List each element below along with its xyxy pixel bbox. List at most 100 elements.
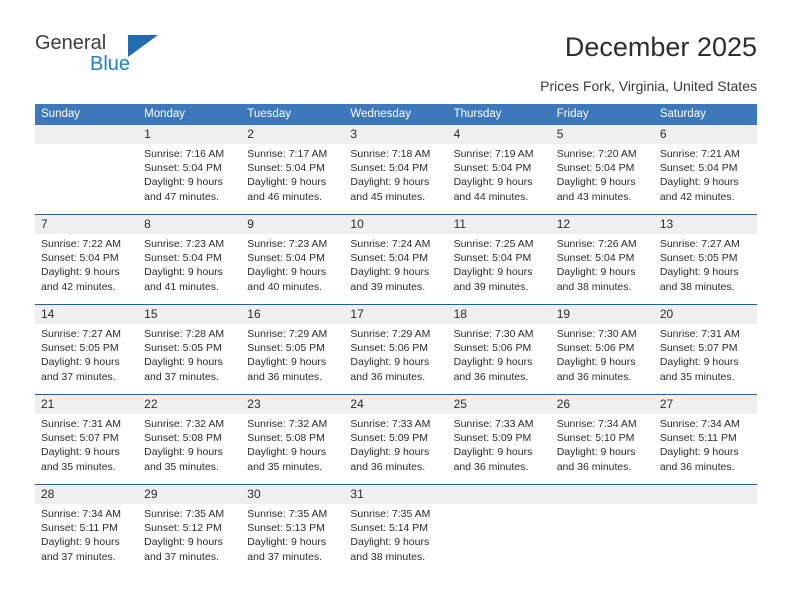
day-cell[interactable]: Sunrise: 7:24 AM Sunset: 5:04 PM Daylight:… [344, 234, 447, 304]
day-daylight-line1-text: Daylight: 9 hours [556, 446, 636, 459]
week-day-numbers: 7 8 9 10 11 12 13 [35, 215, 757, 234]
day-daylight-line1-text: Daylight: 9 hours [453, 446, 533, 459]
day-number[interactable]: 25 [448, 395, 551, 414]
day-number[interactable]: 13 [654, 215, 757, 234]
day-cell[interactable]: Sunrise: 7:25 AM Sunset: 5:04 PM Daylight:… [448, 234, 551, 304]
day-cell[interactable]: Sunrise: 7:18 AM Sunset: 5:04 PM Daylight:… [344, 144, 447, 214]
day-number[interactable]: 22 [138, 395, 241, 414]
general-blue-logo[interactable]: General Blue [35, 32, 235, 78]
day-cell[interactable]: Sunrise: 7:33 AM Sunset: 5:09 PM Daylight:… [344, 414, 447, 484]
day-daylight-line2-text: and 39 minutes. [350, 280, 426, 293]
day-cell[interactable]: Sunrise: 7:16 AM Sunset: 5:04 PM Daylight:… [138, 144, 241, 214]
day-number[interactable]: 20 [654, 305, 757, 324]
day-cell[interactable]: Sunrise: 7:34 AM Sunset: 5:11 PM Daylight:… [654, 414, 757, 484]
week-day-numbers: 21 22 23 24 25 26 27 [35, 395, 757, 414]
day-number[interactable]: 28 [35, 485, 138, 504]
day-cell[interactable]: Sunrise: 7:23 AM Sunset: 5:04 PM Daylight:… [241, 234, 344, 304]
day-number[interactable]: 4 [448, 125, 551, 144]
day-number[interactable]: 15 [138, 305, 241, 324]
day-number[interactable]: 31 [344, 485, 447, 504]
day-number[interactable]: 2 [241, 125, 344, 144]
day-cell[interactable]: Sunrise: 7:31 AM Sunset: 5:07 PM Daylight:… [654, 324, 757, 394]
day-cell[interactable]: Sunrise: 7:32 AM Sunset: 5:08 PM Daylight:… [138, 414, 241, 484]
day-cell[interactable]: Sunrise: 7:21 AM Sunset: 5:04 PM Daylight:… [654, 144, 757, 214]
day-sunrise-text: Sunrise: 7:35 AM [247, 508, 328, 520]
day-sunrise-text: Sunrise: 7:26 AM [556, 238, 637, 250]
day-cell[interactable]: Sunrise: 7:35 AM Sunset: 5:13 PM Daylight:… [241, 504, 344, 574]
day-cell[interactable]: Sunrise: 7:35 AM Sunset: 5:12 PM Daylight:… [138, 504, 241, 574]
day-sunset-text: Sunset: 5:04 PM [556, 252, 635, 265]
day-number[interactable]: 17 [344, 305, 447, 324]
day-sunset-text: Sunset: 5:14 PM [350, 522, 429, 535]
day-cell[interactable]: Sunrise: 7:26 AM Sunset: 5:04 PM Daylight:… [551, 234, 654, 304]
day-number[interactable]: 8 [138, 215, 241, 234]
day-cell[interactable]: Sunrise: 7:27 AM Sunset: 5:05 PM Daylight:… [35, 324, 138, 394]
day-sunset-text: Sunset: 5:11 PM [41, 522, 118, 535]
day-daylight-line2-text: and 36 minutes. [453, 460, 529, 473]
calendar-week-row: 14 15 16 17 18 19 20 Sunrise: 7:27 AM Sunset: 5:… [35, 304, 757, 394]
day-number[interactable]: 16 [241, 305, 344, 324]
day-number[interactable]: 10 [344, 215, 447, 234]
day-sunset-text: Sunset: 5:04 PM [247, 252, 325, 265]
day-number[interactable]: 7 [35, 215, 138, 234]
day-sunrise-text: Sunrise: 7:35 AM [144, 508, 225, 520]
day-number[interactable]: 11 [448, 215, 551, 234]
day-daylight-line1-text: Daylight: 9 hours [659, 446, 739, 459]
day-cell[interactable]: Sunrise: 7:30 AM Sunset: 5:06 PM Daylight:… [448, 324, 551, 394]
day-number[interactable]: 14 [35, 305, 138, 324]
day-cell[interactable]: Sunrise: 7:29 AM Sunset: 5:05 PM Daylight:… [241, 324, 344, 394]
day-number[interactable]: 29 [138, 485, 241, 504]
day-number[interactable]: 19 [551, 305, 654, 324]
day-of-week-thursday: Thursday [453, 108, 502, 120]
day-number[interactable]: 26 [551, 395, 654, 414]
day-cell[interactable]: Sunrise: 7:20 AM Sunset: 5:04 PM Daylight:… [551, 144, 654, 214]
day-sunrise-text: Sunrise: 7:28 AM [144, 328, 225, 340]
day-sunrise-text: Sunrise: 7:29 AM [350, 328, 431, 340]
day-number[interactable]: 23 [241, 395, 344, 414]
day-sunset-text: Sunset: 5:13 PM [247, 522, 325, 535]
day-cell [654, 504, 757, 574]
day-cell[interactable]: Sunrise: 7:34 AM Sunset: 5:11 PM Daylight:… [35, 504, 138, 574]
week-day-details: Sunrise: 7:34 AM Sunset: 5:11 PM Daylight:… [35, 504, 757, 574]
day-cell[interactable]: Sunrise: 7:35 AM Sunset: 5:14 PM Daylight:… [344, 504, 447, 574]
day-sunset-text: Sunset: 5:08 PM [247, 432, 325, 445]
day-sunset-text: Sunset: 5:04 PM [453, 252, 532, 265]
day-daylight-line2-text: and 40 minutes. [247, 280, 322, 293]
day-cell[interactable]: Sunrise: 7:29 AM Sunset: 5:06 PM Daylight:… [344, 324, 447, 394]
day-number[interactable]: 6 [654, 125, 757, 144]
day-sunrise-text: Sunrise: 7:33 AM [350, 418, 431, 430]
day-number[interactable]: 18 [448, 305, 551, 324]
day-sunrise-text: Sunrise: 7:34 AM [41, 508, 121, 520]
day-number[interactable]: 27 [654, 395, 757, 414]
day-number[interactable]: 21 [35, 395, 138, 414]
week-day-numbers: 28 29 30 31 [35, 485, 757, 504]
day-cell[interactable]: Sunrise: 7:23 AM Sunset: 5:04 PM Daylight:… [138, 234, 241, 304]
day-cell[interactable]: Sunrise: 7:31 AM Sunset: 5:07 PM Daylight:… [35, 414, 138, 484]
day-cell[interactable]: Sunrise: 7:28 AM Sunset: 5:05 PM Daylight:… [138, 324, 241, 394]
day-sunrise-text: Sunrise: 7:29 AM [247, 328, 328, 340]
day-number[interactable]: 24 [344, 395, 447, 414]
day-daylight-line2-text: and 36 minutes. [556, 460, 632, 473]
week-day-details: Sunrise: 7:22 AM Sunset: 5:04 PM Daylight:… [35, 234, 757, 304]
day-number[interactable]: 12 [551, 215, 654, 234]
day-cell[interactable]: Sunrise: 7:33 AM Sunset: 5:09 PM Daylight:… [448, 414, 551, 484]
day-of-week-friday: Friday [556, 108, 589, 120]
day-cell[interactable]: Sunrise: 7:32 AM Sunset: 5:08 PM Daylight:… [241, 414, 344, 484]
day-number[interactable]: 1 [138, 125, 241, 144]
day-daylight-line2-text: and 37 minutes. [41, 370, 116, 383]
day-cell[interactable]: Sunrise: 7:22 AM Sunset: 5:04 PM Daylight:… [35, 234, 138, 304]
day-daylight-line2-text: and 36 minutes. [556, 370, 632, 383]
day-cell[interactable]: Sunrise: 7:30 AM Sunset: 5:06 PM Daylight:… [551, 324, 654, 394]
day-sunset-text: Sunset: 5:07 PM [41, 432, 119, 445]
day-cell[interactable]: Sunrise: 7:19 AM Sunset: 5:04 PM Daylight:… [448, 144, 551, 214]
day-daylight-line1-text: Daylight: 9 hours [556, 356, 636, 369]
day-cell[interactable]: Sunrise: 7:27 AM Sunset: 5:05 PM Daylight:… [654, 234, 757, 304]
day-daylight-line2-text: and 39 minutes. [453, 280, 529, 293]
day-number[interactable]: 5 [551, 125, 654, 144]
day-cell[interactable]: Sunrise: 7:17 AM Sunset: 5:04 PM Daylight:… [241, 144, 344, 214]
day-cell[interactable]: Sunrise: 7:34 AM Sunset: 5:10 PM Daylight:… [551, 414, 654, 484]
day-number[interactable]: 30 [241, 485, 344, 504]
day-number[interactable]: 3 [344, 125, 447, 144]
calendar-table: Sunday Monday Tuesday Wednesday Thursday Frid… [35, 104, 757, 574]
day-number[interactable]: 9 [241, 215, 344, 234]
